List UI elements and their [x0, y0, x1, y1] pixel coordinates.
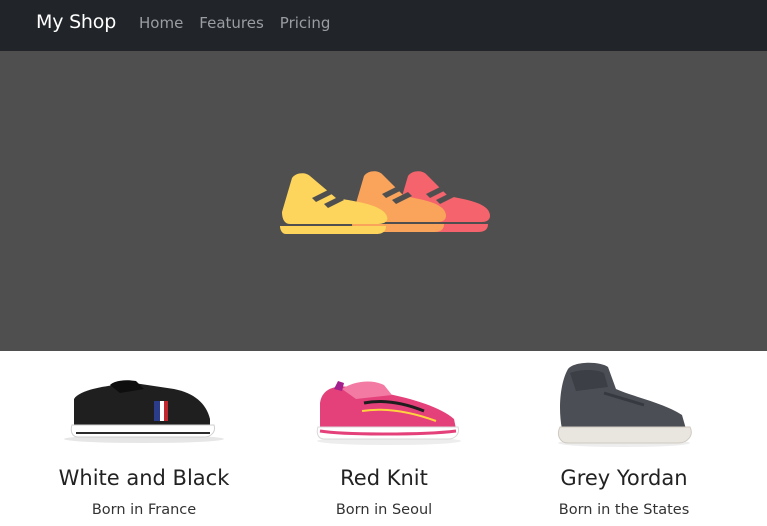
- nav-link-home[interactable]: Home: [139, 14, 183, 32]
- product-title: White and Black: [58, 466, 230, 490]
- product-subtitle: Born in France: [91, 502, 197, 518]
- black-sneaker-icon: [64, 380, 224, 443]
- grey-high-top-icon: [557, 362, 692, 447]
- nav-link-pricing[interactable]: Pricing: [280, 14, 331, 32]
- products-section: White and Black Born in France Red Knit …: [0, 351, 767, 526]
- brand-link[interactable]: My Shop: [36, 11, 116, 33]
- nav-links: Home Features Pricing: [139, 14, 346, 32]
- product-title: Red Knit: [340, 466, 428, 490]
- product-subtitle: Born in the States: [558, 502, 690, 518]
- pink-running-shoe-icon: [316, 381, 461, 445]
- shoes-logo-icon: [280, 171, 490, 234]
- product-title: Grey Yordan: [560, 466, 688, 490]
- top-navbar: My Shop Home Features Pricing: [0, 0, 767, 51]
- nav-link-features[interactable]: Features: [199, 14, 264, 32]
- product-subtitle: Born in Seoul: [335, 502, 433, 518]
